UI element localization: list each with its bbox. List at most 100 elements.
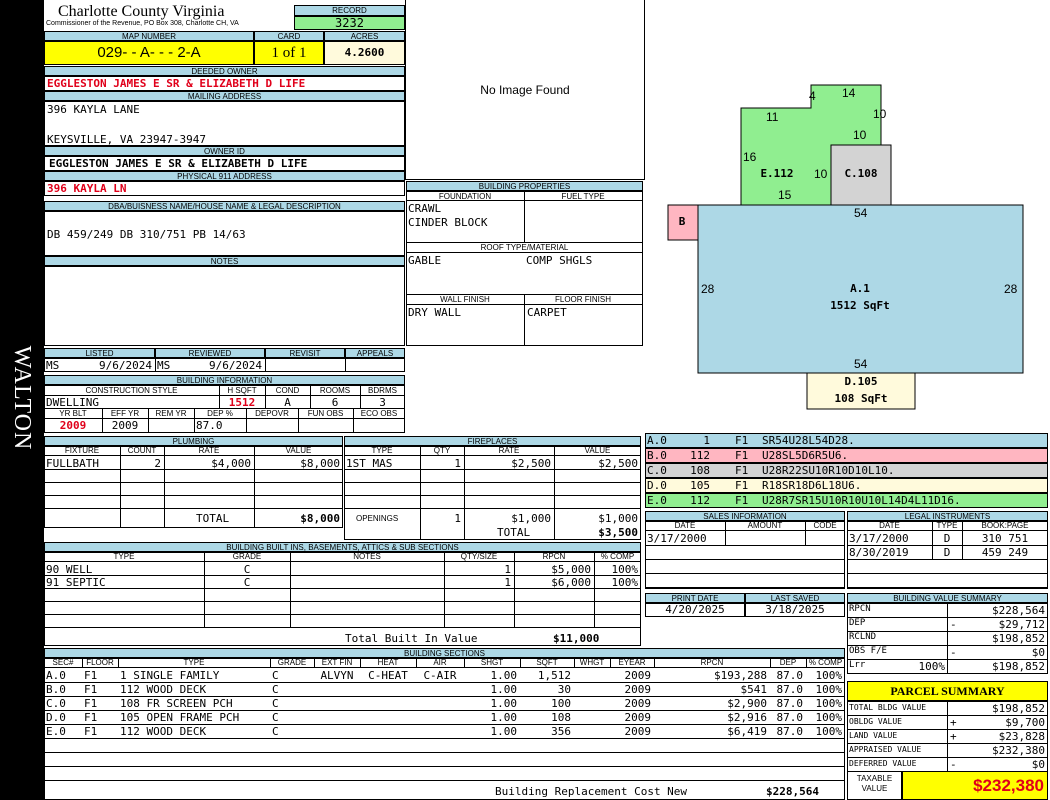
dim-a-54-bottom: 54 (854, 357, 868, 371)
vector-sqft: 105 (690, 479, 710, 492)
map-number-label: MAP NUMBER (44, 31, 254, 41)
deeded-owner-label: DEEDED OWNER (44, 66, 405, 76)
openings-label: OPENINGS (356, 514, 399, 523)
grid-line (806, 658, 807, 668)
column-header: RATE (498, 446, 520, 455)
hsqft-label: H SQFT (227, 386, 257, 395)
sales-label: SALES INFORMATION (645, 511, 845, 521)
last-saved-label: LAST SAVED (745, 593, 845, 603)
plumbing-total: $8,000 (300, 512, 340, 525)
vector-code: E.0 (647, 494, 667, 507)
owner-id-label: OWNER ID (44, 146, 405, 156)
table-cell: 87.0 (776, 683, 804, 696)
table-cell: FULLBATH (46, 457, 99, 470)
column-header: SEC# (52, 658, 74, 667)
dim-e-16: 16 (743, 150, 757, 164)
fireplaces-label: FIREPLACES (344, 436, 641, 446)
table-cell: C (272, 711, 279, 724)
table-cell: $6,419 (727, 725, 767, 738)
parcel-sign: + (950, 730, 957, 743)
table-cell: 1.00 (490, 697, 518, 710)
vector-string: R18SR18D6L18U6. (762, 479, 862, 492)
table-cell: 112 WOOD DECK (120, 683, 207, 696)
column-header: WHGT (579, 658, 605, 667)
table-cell: 100% (611, 563, 639, 576)
vector-sqft: 1 (703, 434, 710, 447)
vector-floor: F1 (735, 494, 749, 507)
table-cell: $4,000 (211, 457, 251, 470)
table-cell: B.0 (46, 683, 66, 696)
table-cell: C-HEAT (368, 669, 408, 682)
grid-line (44, 738, 845, 739)
grid-line (645, 545, 845, 546)
style-label: CONSTRUCTION STYLE (85, 386, 178, 395)
openings-qty: 1 (454, 512, 461, 525)
table-cell: 1.00 (490, 669, 518, 682)
column-header: VALUE (285, 446, 312, 455)
grid-line (44, 561, 641, 562)
table-cell: 1,512 (537, 669, 571, 682)
parcel-value: $0 (1031, 758, 1045, 771)
parcel-value: $232,380 (992, 744, 1045, 757)
grid-line (947, 645, 948, 660)
column-header: % COMP (600, 552, 635, 561)
mailing-line-1: 396 KAYLA LANE (47, 103, 140, 116)
parcel-value: $9,700 (1005, 716, 1045, 729)
legal-label: LEGAL INSTRUMENTS (847, 511, 1048, 521)
parcel-value: $198,852 (992, 702, 1045, 715)
table-cell: $6,000 (551, 576, 591, 589)
dim-e-11: 11 (766, 110, 779, 124)
column-header: RPCN (542, 552, 566, 561)
table-cell: $193,288 (714, 669, 767, 682)
mailing-address-label: MAILING ADDRESS (44, 91, 405, 101)
table-cell: 112 WOOD DECK (120, 725, 207, 738)
table-cell: F1 (84, 697, 98, 710)
parcel-label: TOTAL BLDG VALUE (849, 703, 927, 712)
table-cell: 100% (815, 669, 843, 682)
column-header: DEP (779, 658, 797, 667)
wall-finish: DRY WALL (408, 306, 461, 319)
vector-code: D.0 (647, 479, 667, 492)
map-number: 029- - A- - - 2-A (44, 41, 254, 65)
summary-label: Lrr (849, 660, 866, 670)
table-cell: 3/17/2000 (647, 532, 707, 545)
parcel-sign: - (950, 758, 957, 771)
column-header: AMOUNT (747, 521, 783, 530)
column-header: QTY/SIZE (460, 552, 498, 561)
vector-code: A.0 (647, 434, 667, 447)
building-sketch: 4 14 11 10 10 16 10 15 54 28 28 54 E.112… (667, 84, 1024, 410)
revisit-label: REVISIT (265, 348, 345, 358)
column-header: DATE (879, 521, 900, 530)
table-cell: 87.0 (776, 711, 804, 724)
table-cell: C (272, 697, 279, 710)
grid-line (645, 587, 845, 588)
table-cell: $2,900 (727, 697, 767, 710)
grid-line (44, 508, 343, 509)
replacement-cost-value: $228,564 (766, 785, 819, 798)
summary-value: $198,852 (992, 632, 1045, 645)
replacement-cost-label: Building Replacement Cost New (495, 785, 688, 798)
table-cell: 2009 (624, 683, 652, 696)
table-cell: F1 (84, 711, 98, 724)
grid-line (44, 601, 641, 602)
table-cell: 105 OPEN FRAME PCH (120, 711, 240, 724)
dba-label: DBA/BUISNESS NAME/HOUSE NAME & LEGAL DES… (44, 201, 405, 211)
table-cell: 1.00 (490, 725, 518, 738)
column-header: AIR (433, 658, 447, 667)
building-sections-label: BUILDING SECTIONS (44, 648, 845, 658)
vector-floor: F1 (735, 464, 749, 477)
table-cell: 90 WELL (46, 563, 93, 576)
summary-label: OBS F/E (849, 646, 887, 656)
commissioner-line: Commissioner of the Revenue, PO Box 308,… (46, 20, 239, 27)
grid-line (725, 521, 726, 545)
ecoobs-label: ECO OBS (360, 409, 398, 418)
sketch-label-a: A.1 (850, 282, 870, 295)
summary-label: DEP (849, 618, 866, 628)
table-cell: 100% (815, 725, 843, 738)
grid-line (645, 573, 845, 574)
record-value: 3232 (294, 16, 405, 30)
deeded-owner: EGGLESTON JAMES E SR & ELIZABETH D LIFE (44, 76, 405, 91)
built-ins-label: BUILDING BUILT INS, BASEMENTS, ATTICS & … (44, 542, 641, 552)
column-header: FLOOR (86, 658, 114, 667)
vector-string: U28R7SR15U10R10U10L14D4L11D16. (762, 494, 961, 507)
